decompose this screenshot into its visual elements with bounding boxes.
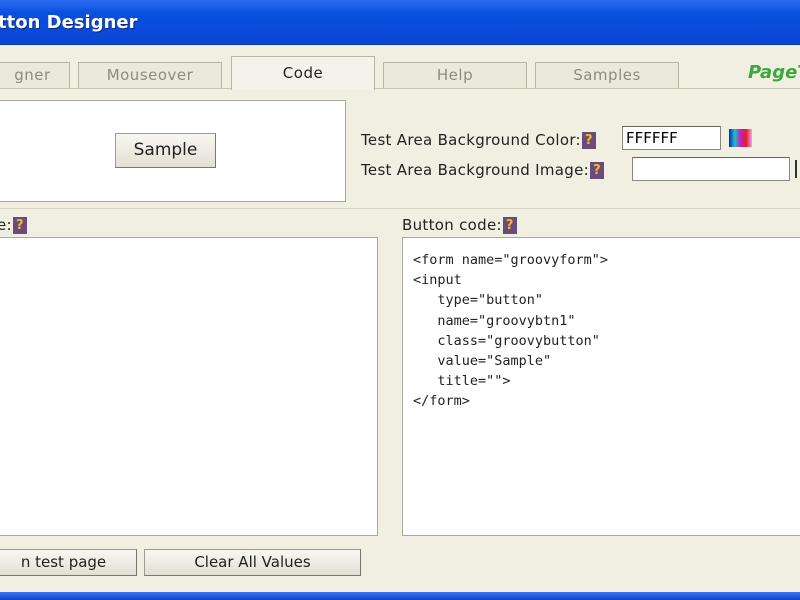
- open-test-page-button[interactable]: n test page: [0, 549, 137, 576]
- bg-color-label: Test Area Background Color:?: [361, 131, 596, 149]
- left-panel-label-text: e:: [0, 216, 12, 234]
- title-bar: tton Designer: [0, 0, 800, 45]
- bg-image-input[interactable]: [632, 157, 790, 181]
- sample-button[interactable]: Sample: [115, 133, 216, 168]
- button-code-label: Button code:?: [402, 216, 517, 234]
- tab-help[interactable]: Help: [383, 62, 527, 88]
- bg-image-label: Test Area Background Image:?: [361, 161, 604, 179]
- color-picker-icon[interactable]: [729, 129, 752, 147]
- help-icon[interactable]: ?: [12, 217, 27, 234]
- button-code-text: <form name="groovyform"> <input type="bu…: [413, 252, 609, 410]
- window-title: tton Designer: [0, 12, 138, 33]
- clear-all-values-button[interactable]: Clear All Values: [144, 549, 361, 576]
- button-code-label-text: Button code:: [402, 216, 502, 234]
- bg-color-label-text: Test Area Background Color:: [361, 131, 581, 149]
- tab-samples[interactable]: Samples: [535, 62, 679, 88]
- help-icon[interactable]: ?: [502, 217, 517, 234]
- divider: [0, 208, 800, 209]
- window-bottom-border: [0, 592, 800, 600]
- left-text-area[interactable]: [0, 237, 378, 536]
- tab-mouseover[interactable]: Mouseover: [78, 62, 222, 88]
- help-icon[interactable]: ?: [581, 132, 596, 149]
- logo: PageT: [748, 62, 800, 83]
- left-panel-label: e:?: [0, 216, 27, 234]
- tab-code[interactable]: Code: [231, 56, 375, 90]
- button-code-area[interactable]: <form name="groovyform"> <input type="bu…: [402, 237, 800, 536]
- tab-divider: [0, 88, 800, 89]
- tab-designer[interactable]: gner: [0, 62, 70, 88]
- browse-icon[interactable]: [795, 160, 800, 178]
- test-area: Sample: [0, 100, 346, 202]
- help-icon[interactable]: ?: [589, 162, 604, 179]
- bg-color-input[interactable]: [622, 126, 721, 150]
- bg-image-label-text: Test Area Background Image:: [361, 161, 589, 179]
